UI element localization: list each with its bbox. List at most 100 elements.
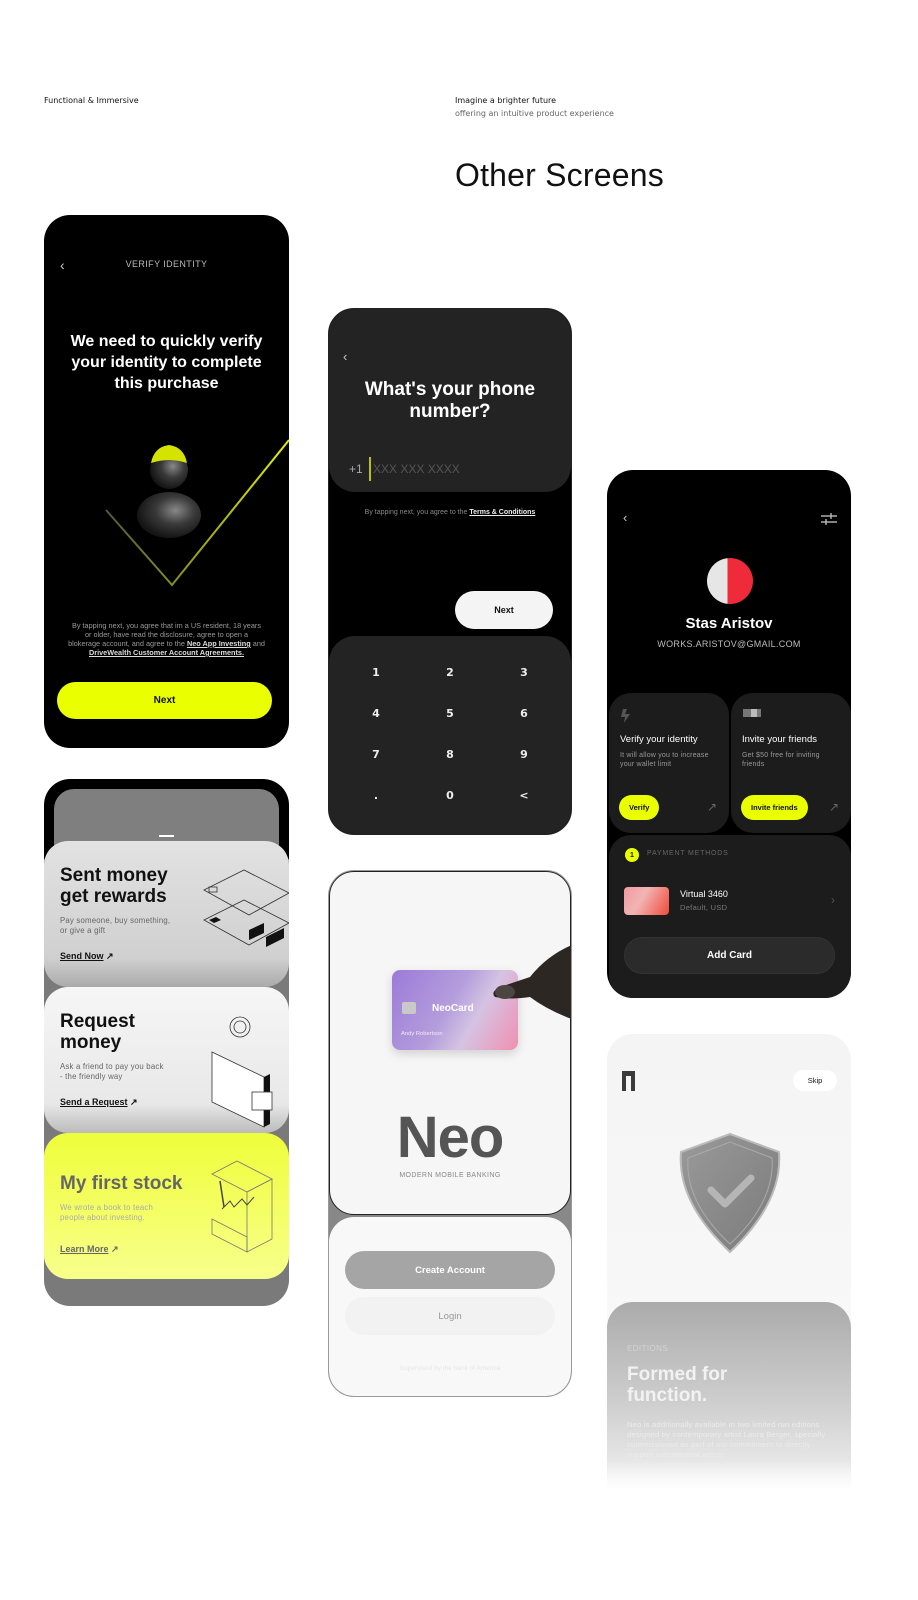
send-request-link[interactable]: Send a Request ↗ — [60, 1097, 138, 1108]
key-7[interactable]: 7 — [351, 740, 401, 768]
key-9[interactable]: 9 — [499, 740, 549, 768]
numeric-keypad: 1 2 3 4 5 6 7 8 9 . 0 < — [329, 636, 571, 834]
arrow-up-right-icon[interactable]: ↗ — [829, 800, 839, 814]
key-1[interactable]: 1 — [351, 658, 401, 686]
card-desc: Get $50 free for inviting friends — [742, 752, 820, 768]
settings-sliders-icon[interactable] — [821, 513, 837, 525]
card-desc-line2: people about investing. — [60, 1213, 145, 1222]
neo-tagline: MODERN MOBILE BANKING — [399, 1172, 501, 1179]
card-subtitle: Default, USD — [680, 903, 728, 912]
profile-screen: ‹ Stas Aristov WORKS.ARISTOV@GMAIL.COM V… — [607, 470, 851, 998]
drag-handle[interactable] — [159, 835, 174, 837]
profile-name: Stas Aristov — [685, 615, 773, 632]
neo-investing-link[interactable]: Neo App Investing — [187, 639, 251, 648]
link-label[interactable]: Send a Request — [60, 1097, 128, 1107]
neo-logo: Neo — [396, 1105, 505, 1170]
key-dot[interactable]: . — [351, 781, 401, 809]
card-holder: Andy Robertson — [401, 1031, 443, 1037]
card-title-line2: money — [60, 1032, 122, 1053]
key-backspace-icon[interactable]: < — [499, 781, 549, 809]
avatar[interactable] — [707, 558, 753, 604]
key-0[interactable]: 0 — [425, 781, 475, 809]
drivewealth-link[interactable]: DriveWealth Customer Account Agreements. — [89, 648, 244, 657]
key-6[interactable]: 6 — [499, 699, 549, 727]
feature-card-rewards[interactable]: Sent money get rewards Pay someone, buy … — [44, 841, 289, 987]
right-header-sub: offering an intuitive product experience — [455, 109, 614, 118]
card-brand: NeoCard — [432, 1003, 474, 1014]
card-title: Invite your friends — [742, 734, 817, 745]
feature-card-stock[interactable]: My first stock We wrote a book to teach … — [44, 1133, 289, 1279]
verify-identity-screen: ‹ VERIFY IDENTITY We need to quickly ver… — [44, 215, 289, 748]
hand-illustration — [493, 945, 571, 1019]
editions-eyebrow: EDITIONS — [627, 1344, 668, 1353]
card-isometric-illustration — [203, 869, 289, 947]
create-account-button[interactable]: Create Account — [345, 1251, 555, 1289]
legal-text: By tapping next, you agree that im a US … — [68, 621, 265, 657]
card-desc-line2: - the friendly way — [60, 1072, 123, 1081]
payment-count-badge: 1 — [625, 848, 639, 862]
card-title-line1: Request — [60, 1011, 135, 1032]
verify-button[interactable]: Verify — [619, 795, 660, 820]
shield-check-icon — [679, 1132, 781, 1254]
card-title-line2: get rewards — [60, 886, 167, 907]
snowman-checkmark-illustration — [105, 439, 289, 587]
card-title-line1: Sent money — [60, 865, 168, 886]
key-3[interactable]: 3 — [499, 658, 549, 686]
arrow-up-right-icon: ↗ — [106, 951, 114, 961]
learn-more-link[interactable]: Learn More ↗ — [60, 1244, 119, 1255]
chip-icon — [402, 1002, 416, 1014]
add-card-button[interactable]: Add Card — [624, 937, 835, 974]
verify-headline: We need to quickly verify your identity … — [70, 333, 263, 392]
onboarding-screen: Skip EDITIONS Formed for function. Neo i… — [607, 1034, 851, 1490]
terms-link[interactable]: Terms & Conditions — [469, 509, 535, 516]
auth-panel: Create Account Login Supervised by the b… — [329, 1217, 571, 1396]
key-4[interactable]: 4 — [351, 699, 401, 727]
phone-input[interactable]: XXX XXX XXXX — [373, 462, 460, 476]
arrow-up-right-icon[interactable]: ↗ — [707, 800, 717, 814]
lightning-icon — [621, 709, 630, 723]
terms-prefix: By tapping next, you agree to the — [364, 509, 470, 516]
feature-card-request[interactable]: Request money Ask a friend to pay you ba… — [44, 987, 289, 1133]
country-code[interactable]: +1 — [349, 462, 363, 476]
section-title: Other Screens — [455, 157, 664, 193]
card-icon — [743, 709, 761, 717]
next-button[interactable]: Next — [57, 682, 272, 719]
payment-methods-panel: 1 PAYMENT METHODS Virtual 3460 Default, … — [609, 835, 851, 998]
link-label[interactable]: Send Now — [60, 951, 104, 961]
skip-button[interactable]: Skip — [793, 1070, 837, 1091]
text-cursor — [369, 457, 371, 481]
next-button[interactable]: Next — [455, 591, 553, 629]
neo-welcome-screen: NeoCard Andy Robertson Neo MODERN MOBILE… — [328, 870, 572, 1397]
bottom-fade — [607, 1460, 851, 1490]
title-line1: Formed for — [627, 1364, 728, 1385]
chevron-right-icon[interactable]: › — [831, 893, 835, 907]
card-desc: It will allow you to increase your walle… — [620, 752, 709, 768]
key-5[interactable]: 5 — [425, 699, 475, 727]
card-name[interactable]: Virtual 3460 — [680, 889, 728, 899]
right-header-label: Imagine a brighter future — [455, 96, 557, 105]
neo-mark-logo — [622, 1071, 635, 1091]
phone-number-screen: ‹ What's your phone number? +1 XXX XXX X… — [328, 308, 572, 835]
virtual-card-thumbnail[interactable] — [624, 887, 669, 915]
editions-body: Neo is additionally available in two lim… — [627, 1420, 826, 1459]
phone-question-title: What's your phone number? — [364, 379, 536, 422]
supervised-note: Supervised by the bank of America — [399, 1365, 501, 1372]
key-2[interactable]: 2 — [425, 658, 475, 686]
send-now-link[interactable]: Send Now ↗ — [60, 951, 114, 962]
card-title: My first stock — [60, 1173, 183, 1194]
legal-and: and — [250, 639, 265, 648]
invite-friends-button[interactable]: Invite friends — [741, 795, 808, 820]
link-label[interactable]: Learn More — [60, 1244, 109, 1254]
back-chevron-icon[interactable]: ‹ — [623, 510, 627, 525]
verify-identity-card: Verify your identity It will allow you t… — [609, 693, 729, 833]
key-8[interactable]: 8 — [425, 740, 475, 768]
login-button[interactable]: Login — [345, 1297, 555, 1335]
wallet-illustration — [211, 1016, 273, 1128]
payment-methods-label: PAYMENT METHODS — [647, 850, 729, 857]
back-chevron-icon[interactable]: ‹ — [343, 349, 347, 364]
card-desc-line2: or give a gift — [60, 926, 106, 935]
feature-cards-screen: Sent money get rewards Pay someone, buy … — [44, 779, 289, 1306]
arrow-up-right-icon: ↗ — [111, 1244, 119, 1254]
invite-friends-card: Invite your friends Get $50 free for inv… — [731, 693, 851, 833]
card-desc-line1: We wrote a book to teach — [60, 1203, 154, 1212]
